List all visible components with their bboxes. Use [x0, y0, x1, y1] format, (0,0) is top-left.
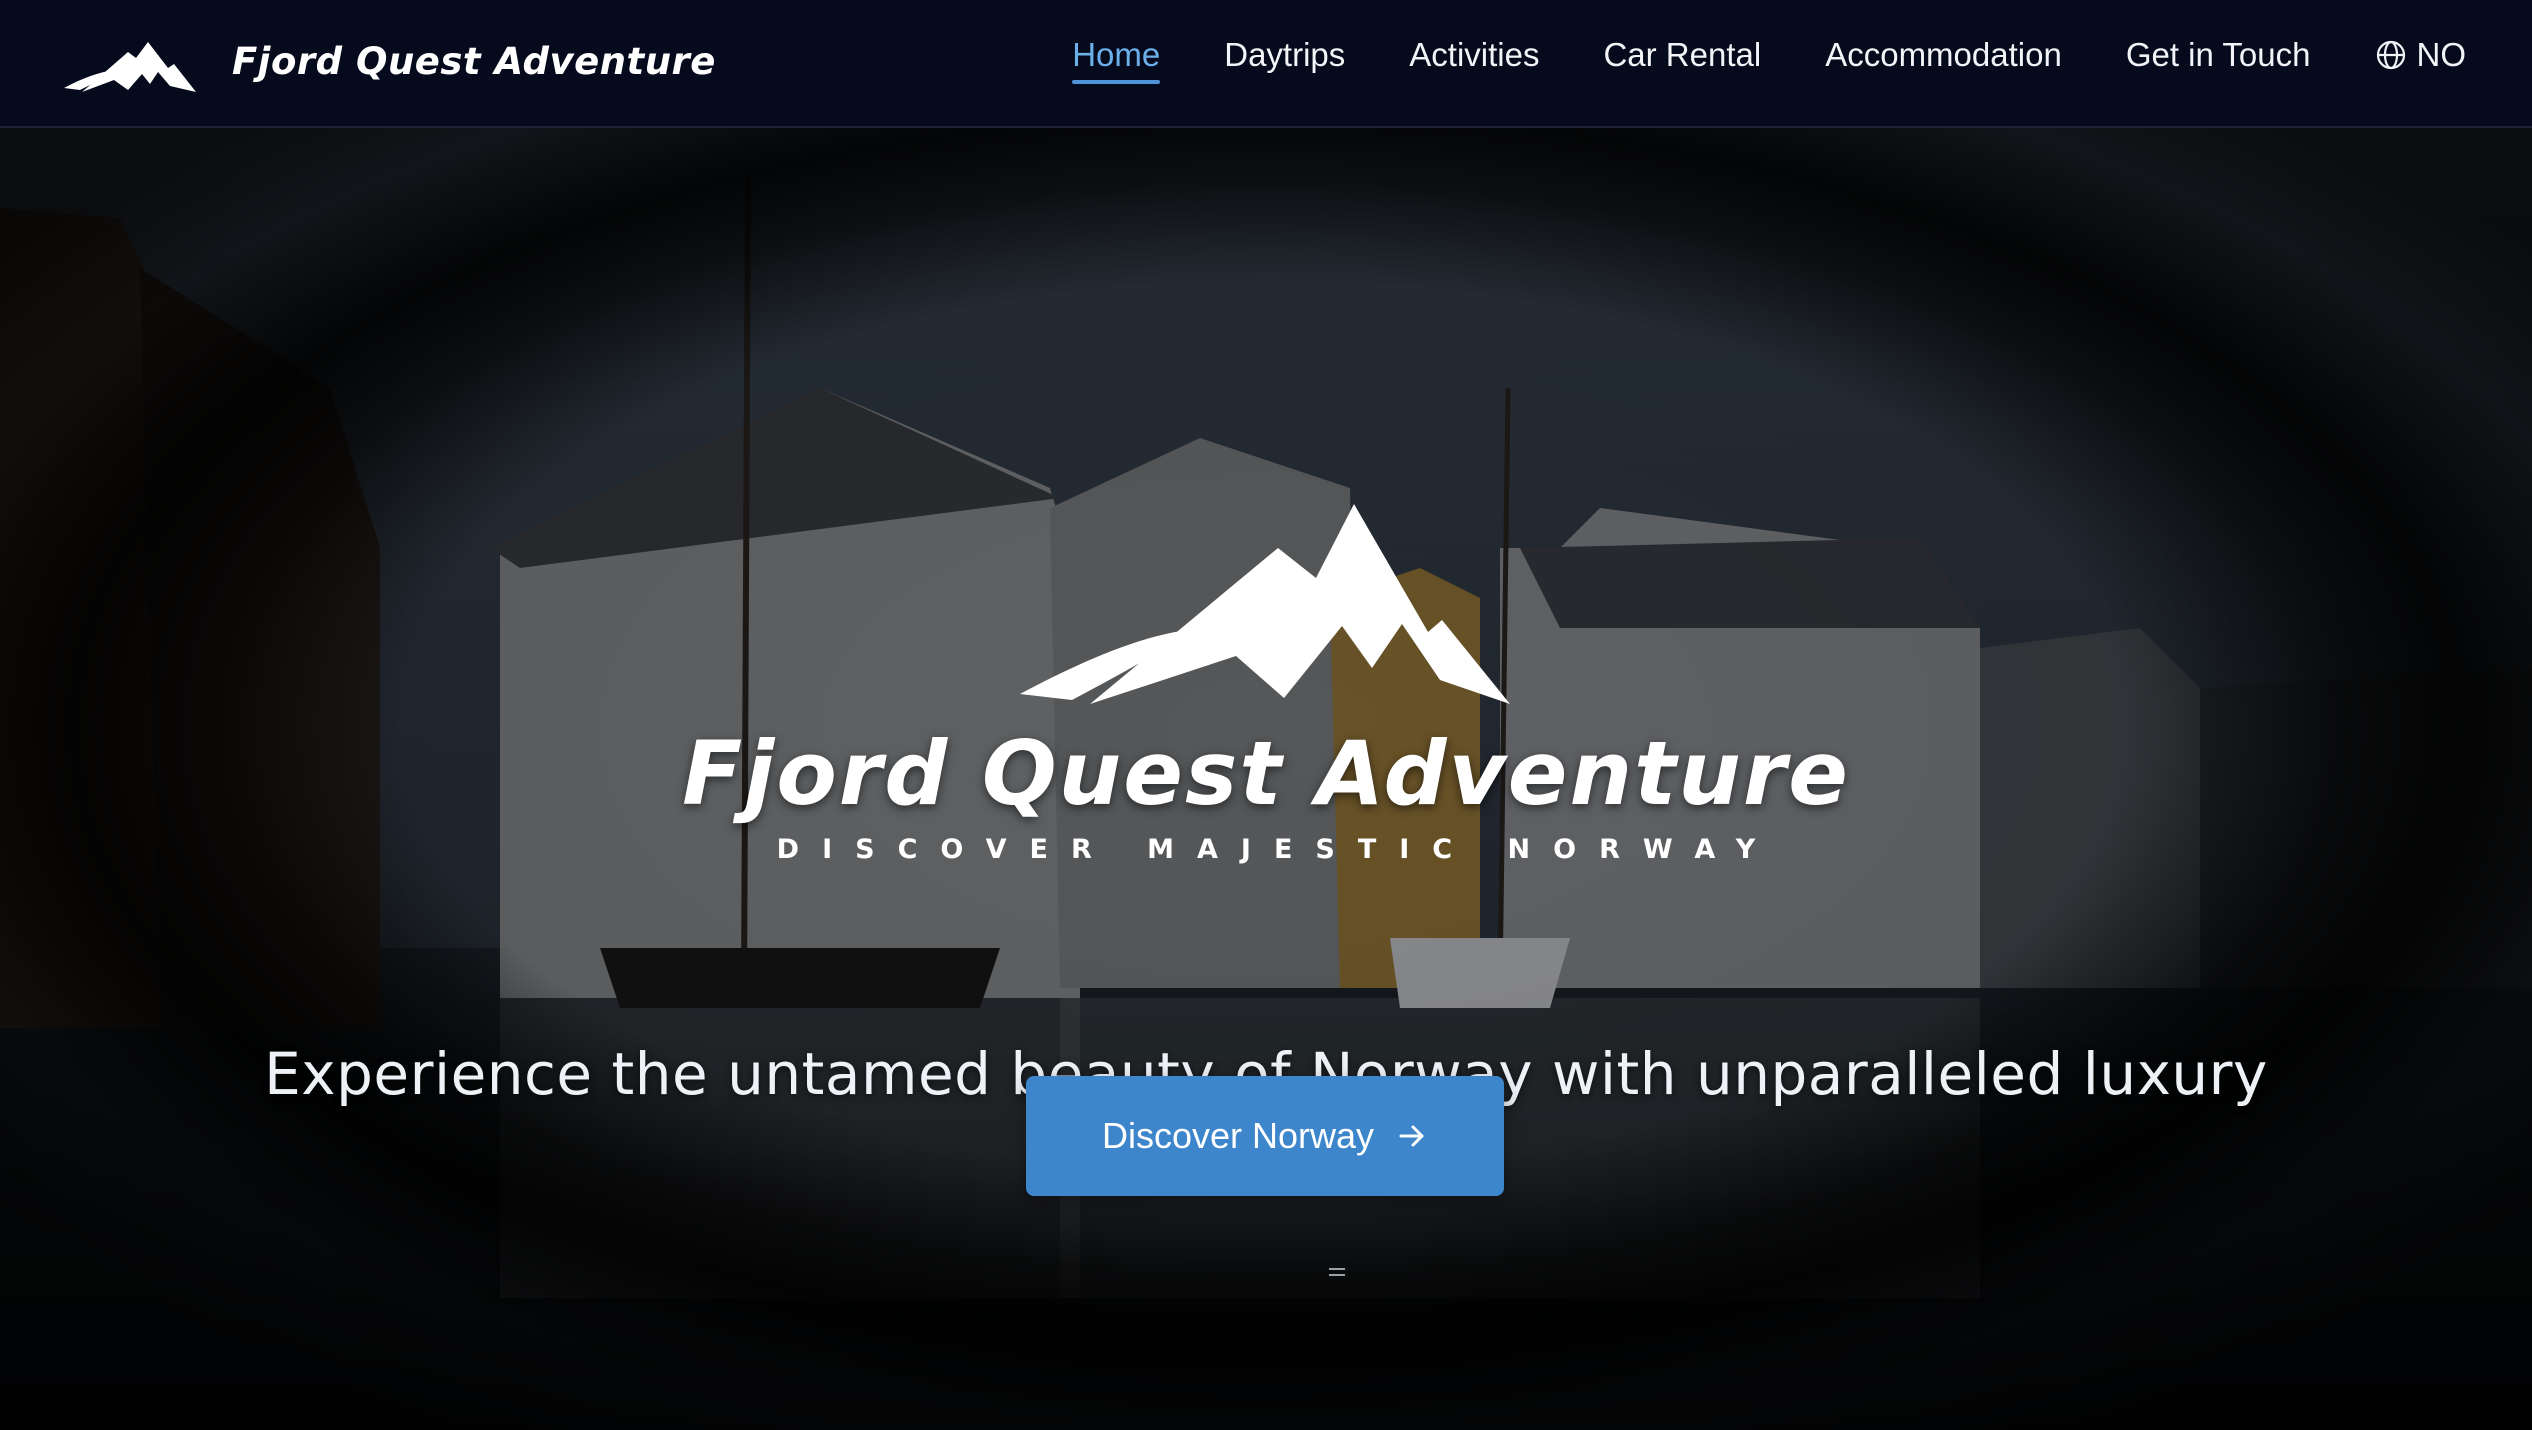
nav-item-daytrips[interactable]: Daytrips	[1224, 36, 1345, 82]
language-switcher[interactable]: NO	[2375, 36, 2467, 82]
main-nav: Home Daytrips Activities Car Rental Acco…	[1072, 36, 2467, 84]
nav-item-accommodation[interactable]: Accommodation	[1825, 36, 2062, 82]
brand-name: Fjord Quest Adventure	[232, 39, 716, 83]
globe-icon	[2376, 40, 2405, 70]
discover-norway-button[interactable]: Discover Norway	[1026, 1076, 1504, 1196]
nav-item-get-in-touch[interactable]: Get in Touch	[2126, 36, 2311, 82]
arrow-right-icon	[1399, 1125, 1424, 1147]
mountain-logo-icon	[64, 42, 196, 92]
page: Fjord Quest Adventure Home Daytrips Acti…	[0, 0, 2532, 1430]
scroll-down-icon[interactable]	[1326, 1262, 1348, 1284]
cta-label: Discover Norway	[1101, 1115, 1375, 1156]
hero-section: Fjord Quest Adventure DISCOVER MAJESTIC …	[0, 128, 2532, 1430]
mountain-logo-icon	[1020, 504, 1510, 704]
nav-item-activities[interactable]: Activities	[1409, 36, 1539, 82]
top-navigation-bar: Fjord Quest Adventure Home Daytrips Acti…	[0, 0, 2532, 128]
hero-title: Fjord Quest Adventure	[682, 722, 1850, 825]
language-label: NO	[2416, 36, 2467, 73]
nav-item-car-rental[interactable]: Car Rental	[1603, 36, 1761, 82]
nav-item-home[interactable]: Home	[1072, 36, 1161, 84]
brand-home-link[interactable]: Fjord Quest Adventure	[62, 30, 716, 100]
hero-tagline: DISCOVER MAJESTIC NORWAY	[776, 834, 1779, 865]
